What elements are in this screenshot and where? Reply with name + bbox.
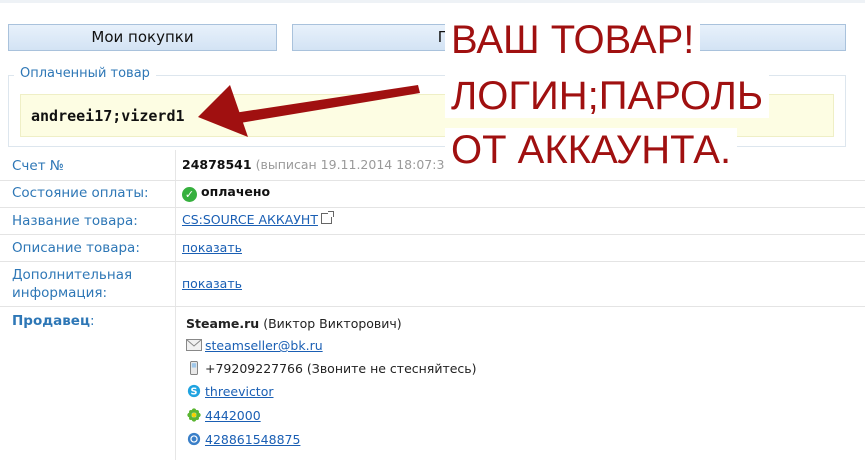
seller-name: Steame.ru: [186, 316, 260, 331]
seller-name-line: Steame.ru (Виктор Викторович): [186, 316, 402, 331]
seller-wmid-link[interactable]: 428861548875: [205, 432, 300, 447]
product-description-label: Описание товара:: [12, 240, 140, 256]
show-extra-info-link[interactable]: показать: [182, 276, 242, 291]
show-description-link[interactable]: показать: [182, 240, 242, 255]
paid-goods-legend: Оплаченный товар: [14, 66, 156, 81]
invoice-label: Счет №: [12, 158, 64, 174]
invoice-number: 24878541: [182, 157, 252, 172]
seller-label-text: Продавец: [12, 313, 90, 329]
extra-info-label-line2: информация:: [12, 285, 108, 301]
check-icon: ✓: [182, 187, 197, 202]
icq-icon: [187, 408, 201, 422]
top-divider: [0, 0, 865, 3]
envelope-icon: [186, 339, 202, 351]
seller-label-colon: :: [89, 313, 95, 329]
webmoney-icon: [187, 432, 201, 446]
seller-phone: +79209227766 (Звоните не стесняйтесь): [205, 361, 477, 376]
payment-status-text: оплачено: [201, 184, 271, 199]
seller-label: Продавец:: [12, 312, 95, 330]
extra-info-value: показать: [182, 276, 242, 291]
seller-person: (Виктор Викторович): [263, 316, 402, 331]
table-row-payment-status: Состояние оплаты: ✓ оплачено: [0, 180, 865, 208]
seller-skype-link[interactable]: threevictor: [205, 384, 274, 399]
product-name-link[interactable]: CS:SOURCE АККАУНТ: [182, 212, 318, 227]
skype-icon: S: [187, 384, 201, 398]
seller-email-link[interactable]: steamseller@bk.ru: [205, 338, 323, 353]
overlay-line-2: ЛОГИН;ПАРОЛЬ: [445, 74, 770, 118]
table-row-product-name: Название товара: CS:SOURCE АККАУНТ: [0, 207, 865, 235]
tab-my-purchases[interactable]: Мои покупки: [8, 24, 277, 51]
overlay-line-1: ВАШ ТОВАР!: [445, 18, 701, 62]
phone-icon: [190, 361, 198, 375]
seller-icq-link[interactable]: 4442000: [205, 408, 261, 423]
product-name-value: CS:SOURCE АККАУНТ: [182, 211, 334, 227]
seller-wmid-line: 428861548875: [186, 432, 300, 447]
svg-text:S: S: [191, 387, 198, 398]
table-row-product-description: Описание товара: показать: [0, 234, 865, 262]
seller-phone-line: +79209227766 (Звоните не стесняйтесь): [186, 361, 477, 376]
external-link-icon[interactable]: [320, 211, 334, 224]
payment-status-label: Состояние оплаты:: [12, 185, 149, 201]
seller-icq-line: 4442000: [186, 408, 261, 423]
product-description-value: показать: [182, 240, 242, 255]
payment-status-value: ✓ оплачено: [182, 184, 270, 202]
table-row-extra-info: Дополнительная информация: показать: [0, 261, 865, 307]
paid-goods-content[interactable]: andreei17;vizerd1: [31, 107, 185, 125]
seller-email-line: steamseller@bk.ru: [186, 338, 323, 353]
overlay-line-3: ОТ АККАУНТА.: [445, 128, 738, 172]
arrow-icon: [198, 85, 420, 137]
extra-info-label: Дополнительная информация:: [12, 266, 132, 302]
seller-skype-line: Sthreevictor: [186, 384, 274, 399]
extra-info-label-line1: Дополнительная: [12, 267, 133, 283]
product-name-label: Название товара:: [12, 213, 138, 229]
